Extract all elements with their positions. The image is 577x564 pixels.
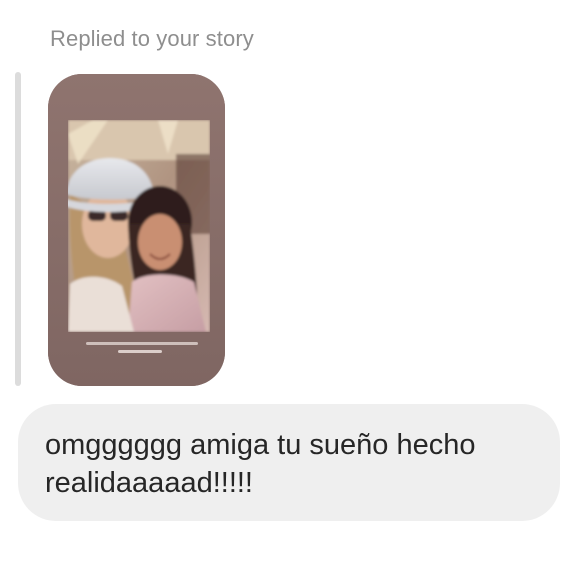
quote-bar — [15, 72, 21, 386]
message-bubble[interactable]: omgggggg amiga tu sueño hecho realidaaaa… — [18, 404, 560, 521]
replied-to-story-label: Replied to your story — [50, 26, 254, 51]
story-thumbnail[interactable] — [48, 74, 225, 386]
message-text: omgggggg amiga tu sueño hecho realidaaaa… — [45, 429, 476, 499]
story-photo-image — [48, 74, 225, 386]
